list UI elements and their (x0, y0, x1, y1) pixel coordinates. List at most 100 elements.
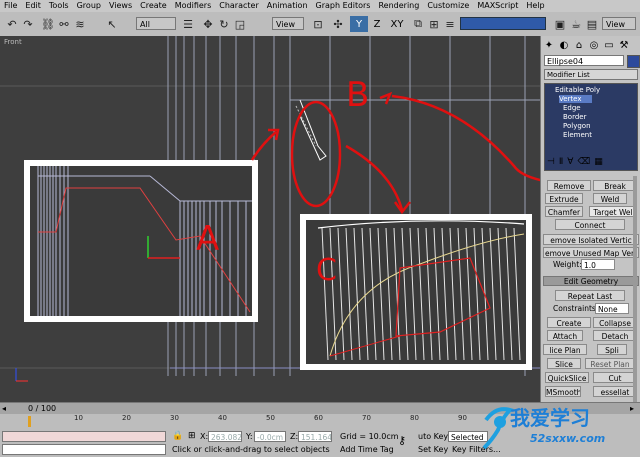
front-viewport[interactable]: Front A B C (0, 36, 540, 402)
maxscript-mini-listener[interactable] (2, 444, 166, 455)
slice-plane-button[interactable]: lice Plan (543, 344, 587, 355)
show-end-result-icon[interactable]: Ⅱ (559, 157, 563, 169)
collapse-button[interactable]: Collapse (593, 317, 637, 328)
weld-button[interactable]: Weld (593, 193, 627, 204)
quickslice-button[interactable]: QuickSlice (545, 372, 589, 383)
menu-create[interactable]: Create (136, 0, 171, 12)
stack-item-polygon[interactable]: Polygon (563, 122, 591, 130)
pivot-center-icon[interactable]: ⊡ (310, 16, 326, 32)
pin-stack-icon[interactable]: ⊣ (547, 157, 555, 169)
menu-views[interactable]: Views (105, 0, 136, 12)
menu-file[interactable]: File (0, 0, 21, 12)
weight-field[interactable]: 1.0 (581, 259, 615, 270)
object-color-swatch[interactable] (627, 55, 640, 68)
stack-item-editable-poly[interactable]: Editable Poly (555, 86, 600, 94)
display-tab-icon[interactable]: ▭ (603, 39, 615, 51)
remove-unused-map-verts-button[interactable]: emove Unused Map Vert (543, 247, 639, 258)
reset-plane-button[interactable]: Reset Plan (585, 358, 635, 369)
watermark-text: 我爱学习 (510, 406, 590, 430)
undo-icon[interactable]: ↶ (4, 16, 20, 32)
mirror-icon[interactable]: ⧉ (410, 16, 426, 32)
break-button[interactable]: Break (593, 180, 637, 191)
rotate-icon[interactable]: ↻ (216, 16, 232, 32)
msmooth-button[interactable]: MSmooth (545, 386, 581, 397)
axis-z-button[interactable]: Z (368, 16, 386, 32)
move-icon[interactable]: ✥ (200, 16, 216, 32)
current-frame-marker[interactable] (28, 416, 31, 427)
layer-icon[interactable]: ≡ (442, 16, 458, 32)
axis-xy-button[interactable]: XY (388, 16, 406, 32)
stack-item-vertex[interactable]: Vertex (559, 95, 592, 103)
modify-tab-icon[interactable]: ◐ (558, 39, 570, 51)
extrude-button[interactable]: Extrude (545, 193, 583, 204)
y-coordinate-field[interactable]: -0.0cm (254, 431, 286, 442)
axis-y-button[interactable]: Y (350, 16, 368, 32)
z-coordinate-field[interactable]: 151.164 (298, 431, 332, 442)
prev-frame-icon[interactable]: ◂ (2, 404, 10, 414)
edit-geometry-rollout[interactable]: Edit Geometry (543, 276, 639, 286)
utilities-tab-icon[interactable]: ⚒ (618, 39, 630, 51)
connect-button[interactable]: Connect (555, 219, 625, 230)
remove-button[interactable]: Remove (547, 180, 591, 191)
menu-rendering[interactable]: Rendering (374, 0, 423, 12)
menu-modifiers[interactable]: Modifiers (171, 0, 216, 12)
detach-button[interactable]: Detach (593, 330, 637, 341)
quick-render-icon[interactable]: ☕ (568, 16, 584, 32)
modifier-list-dropdown[interactable]: Modifier List (544, 69, 638, 80)
menu-customize[interactable]: Customize (423, 0, 473, 12)
stack-item-element[interactable]: Element (563, 131, 592, 139)
command-panel-scrollbar[interactable] (633, 176, 637, 402)
menu-tools[interactable]: Tools (45, 0, 73, 12)
remove-isolated-vertices-button[interactable]: emove Isolated Vertic (543, 234, 639, 245)
align-icon[interactable]: ⊞ (426, 16, 442, 32)
tick-label: 60 (314, 414, 323, 422)
x-coordinate-field[interactable]: 263.082 (208, 431, 242, 442)
add-time-tag[interactable]: Add Time Tag (340, 445, 394, 454)
split-checkbox[interactable]: Spli (597, 344, 627, 355)
constraints-dropdown[interactable]: None (595, 303, 629, 314)
menu-animation[interactable]: Animation (263, 0, 312, 12)
bind-space-warp-icon[interactable]: ≋ (72, 16, 88, 32)
menu-help[interactable]: Help (522, 0, 548, 12)
selection-filter-dropdown[interactable]: All (136, 17, 176, 30)
select-manipulate-icon[interactable]: ✣ (330, 16, 346, 32)
lock-selection-icon[interactable]: 🔒 (172, 431, 183, 441)
create-tab-icon[interactable]: ✦ (543, 39, 555, 51)
reference-coord-dropdown[interactable]: View (272, 17, 304, 30)
select-by-name-icon[interactable]: ☰ (180, 16, 196, 32)
scale-icon[interactable]: ◲ (232, 16, 248, 32)
select-link-icon[interactable]: ⛓ (40, 16, 56, 32)
unlink-icon[interactable]: ⚯ (56, 16, 72, 32)
render-frame-icon[interactable]: ▤ (584, 16, 600, 32)
stack-item-border[interactable]: Border (563, 113, 586, 121)
repeat-last-button[interactable]: Repeat Last (555, 290, 625, 301)
chamfer-button[interactable]: Chamfer (545, 206, 583, 217)
menu-edit[interactable]: Edit (21, 0, 45, 12)
redo-icon[interactable]: ↷ (20, 16, 36, 32)
make-unique-icon[interactable]: ∀ (567, 157, 573, 169)
set-key-button[interactable]: Set Key (418, 445, 448, 454)
menu-character[interactable]: Character (215, 0, 263, 12)
menu-group[interactable]: Group (73, 0, 105, 12)
object-name-field[interactable]: Ellipse04 (544, 55, 624, 66)
menu-maxscript[interactable]: MAXScript (473, 0, 522, 12)
select-object-icon[interactable]: ↖ (104, 16, 120, 32)
menu-graph-editors[interactable]: Graph Editors (312, 0, 375, 12)
view-dropdown[interactable]: View (602, 17, 636, 30)
configure-sets-icon[interactable]: ▦ (594, 157, 603, 169)
tessellate-button[interactable]: essellat (593, 386, 637, 397)
cut-button[interactable]: Cut (593, 372, 637, 383)
auto-key-button[interactable]: uto Key (418, 432, 448, 441)
named-selection-field[interactable] (460, 17, 546, 30)
maxscript-listener[interactable] (2, 431, 166, 442)
create-button[interactable]: Create (547, 317, 591, 328)
remove-modifier-icon[interactable]: ⌫ (577, 157, 590, 169)
render-setup-icon[interactable]: ▣ (552, 16, 568, 32)
target-weld-button[interactable]: Target Wel (589, 206, 637, 217)
motion-tab-icon[interactable]: ◎ (588, 39, 600, 51)
stack-item-edge[interactable]: Edge (563, 104, 581, 112)
slice-button[interactable]: Slice (547, 358, 581, 369)
attach-button[interactable]: Attach (547, 330, 583, 341)
transform-type-in-icon[interactable]: ⊞ (188, 431, 196, 441)
hierarchy-tab-icon[interactable]: ⌂ (573, 39, 585, 51)
